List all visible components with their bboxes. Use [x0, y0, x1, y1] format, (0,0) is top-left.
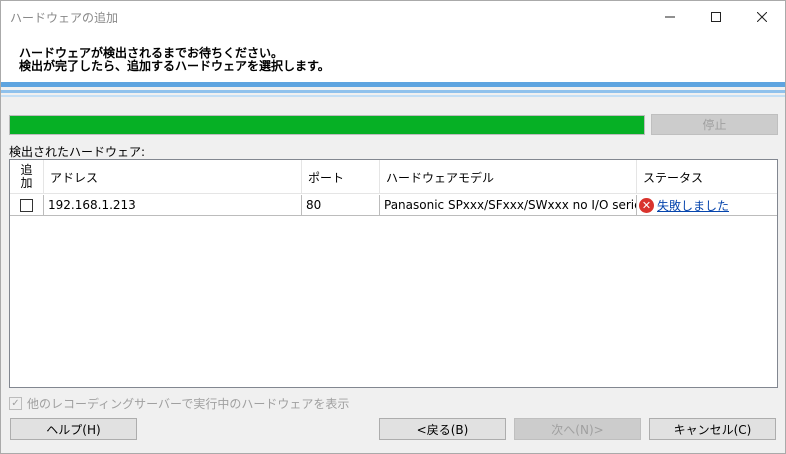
add-checkbox[interactable] [20, 198, 33, 212]
cancel-button[interactable]: キャンセル(C) [649, 418, 776, 440]
show-other-servers-option[interactable]: ✓ 他のレコーディングサーバーで実行中のハードウェアを表示 [9, 395, 349, 412]
status-link[interactable]: 失敗しました [657, 197, 729, 214]
address-cell: 192.168.1.213 [44, 195, 302, 215]
show-other-label: 他のレコーディングサーバーで実行中のハードウェアを表示 [27, 397, 350, 411]
help-button[interactable]: ヘルプ(H) [10, 418, 137, 440]
column-header-add-line-2: 加 [20, 176, 33, 190]
progress-fill [10, 116, 644, 134]
close-icon[interactable] [739, 1, 785, 32]
instruction-line-2: 検出が完了したら、追加するハードウェアを選択します。 [19, 59, 330, 73]
header-stripe [1, 95, 785, 97]
status-cell: ✕ 失敗しました [637, 195, 777, 215]
minimize-icon[interactable] [647, 1, 693, 32]
show-other-checkbox[interactable]: ✓ [9, 397, 22, 410]
header-stripe [1, 90, 785, 93]
column-header-port[interactable]: ポート [302, 160, 380, 194]
add-cell[interactable] [10, 195, 44, 215]
model-cell: Panasonic SPxxx/SFxxx/SWxxx no I/O serie… [380, 195, 637, 215]
table-row[interactable]: 192.168.1.213 80 Panasonic SPxxx/SFxxx/S… [10, 195, 777, 216]
table-header: 追 加 アドレス ポート ハードウェアモデル ステータス [10, 160, 777, 194]
header-stripe [1, 82, 785, 87]
column-header-status[interactable]: ステータス [637, 160, 777, 194]
maximize-icon[interactable] [693, 1, 739, 32]
add-hardware-window: ハードウェアの追加 ハードウェアが検出されるまでお待ちください。 検出が完了した… [0, 0, 786, 454]
stop-button[interactable]: 停止 [651, 114, 778, 135]
port-cell: 80 [302, 195, 380, 215]
column-header-add[interactable]: 追 加 [10, 160, 44, 194]
title-bar: ハードウェアの追加 [1, 1, 785, 32]
hardware-table: 追 加 アドレス ポート ハードウェアモデル ステータス 192.168.1.2… [9, 159, 778, 388]
next-button[interactable]: 次へ(N)> [514, 418, 641, 440]
window-title: ハードウェアの追加 [10, 11, 119, 25]
detected-hardware-label: 検出されたハードウェア: [9, 145, 146, 159]
column-header-address[interactable]: アドレス [44, 160, 302, 194]
instruction-header: ハードウェアが検出されるまでお待ちください。 検出が完了したら、追加するハードウ… [1, 32, 785, 84]
error-icon: ✕ [639, 197, 654, 213]
detection-progress-bar [9, 115, 645, 135]
column-header-model[interactable]: ハードウェアモデル [380, 160, 637, 194]
back-button[interactable]: <戻る(B) [379, 418, 506, 440]
